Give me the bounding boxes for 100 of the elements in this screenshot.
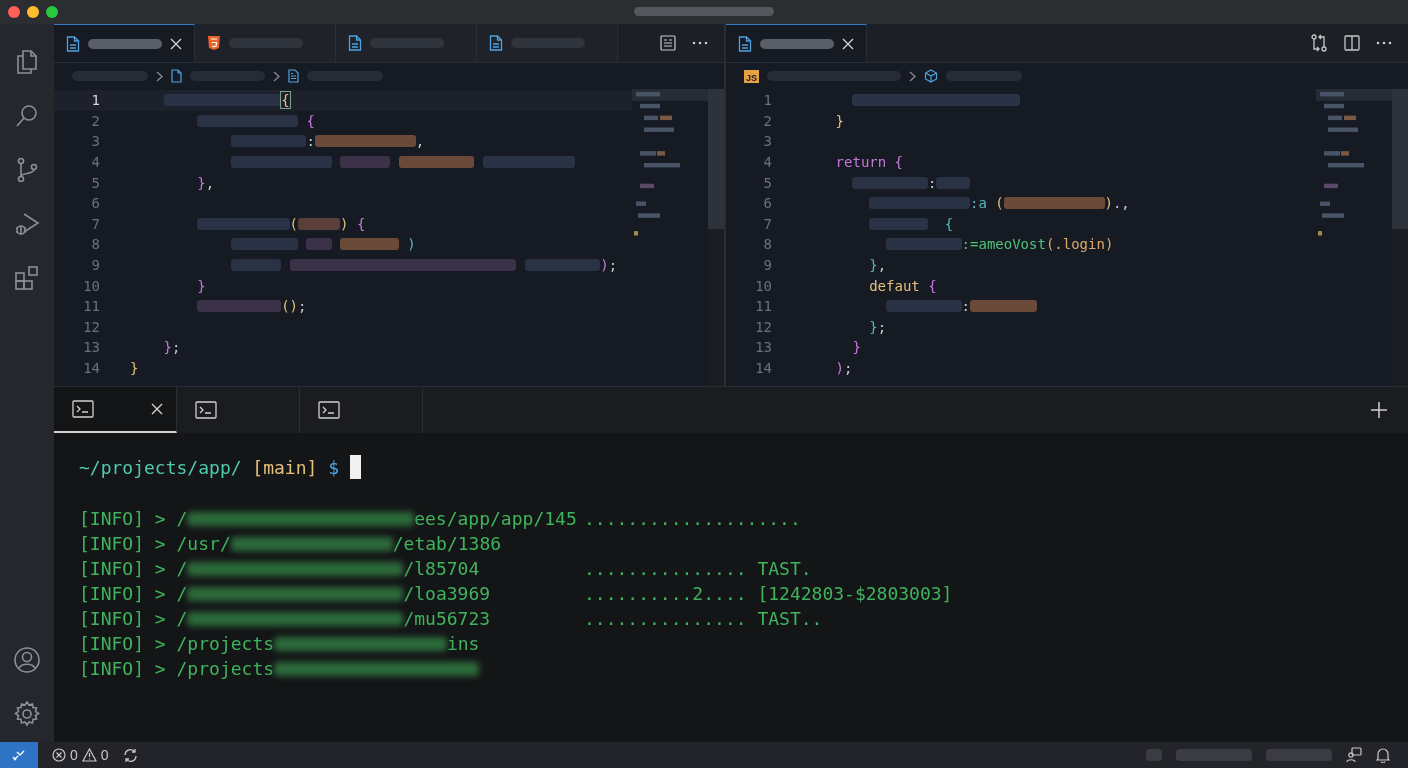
zoom-window-button[interactable] (46, 6, 58, 18)
chevron-icon (909, 70, 917, 82)
code-token: } (869, 318, 878, 335)
log-text: [INFO] > / (79, 558, 188, 579)
log-text: [INFO] > / (79, 583, 188, 604)
code-token: ) (1104, 195, 1113, 212)
error-count[interactable]: 0 (70, 747, 78, 763)
code-token: , (877, 257, 887, 274)
js-badge: JS (744, 69, 759, 83)
line-number: 8 (762, 236, 772, 253)
line-number: 4 (90, 154, 100, 171)
line-number: 8 (90, 236, 100, 253)
code-token: :a (970, 195, 987, 212)
line-number: 11 (82, 298, 100, 315)
code-token: ; (172, 339, 181, 356)
text-cursor (349, 455, 361, 479)
html-icon (207, 35, 221, 51)
close-icon[interactable] (170, 37, 182, 50)
code-token: ) (406, 236, 416, 253)
file-icon (66, 35, 80, 52)
log-text: ins (446, 633, 480, 654)
log-text: /l85704 (403, 558, 480, 579)
line-number: 4 (762, 154, 772, 171)
error-icon[interactable] (52, 748, 66, 762)
code-token: ; (608, 257, 618, 274)
close-window-button[interactable] (8, 6, 20, 18)
log-result: ............... TAST.. (584, 608, 823, 629)
warning-icon[interactable] (81, 748, 97, 762)
code-token: : (306, 133, 315, 150)
code-token: } (197, 277, 206, 294)
warning-count[interactable]: 0 (100, 747, 109, 763)
code-token: ., (1112, 195, 1130, 212)
file-icon (348, 35, 362, 51)
code-token: ; (298, 298, 307, 315)
log-text: [INFO] > / (79, 508, 188, 529)
more-icon[interactable] (692, 41, 708, 45)
code-token: : (928, 174, 937, 191)
log-text: /mu56723 (403, 608, 491, 629)
line-number: 10 (754, 277, 772, 294)
bell-icon[interactable] (1376, 747, 1390, 763)
line-number: 2 (762, 112, 772, 129)
code-token: } (163, 339, 173, 356)
close-icon[interactable] (151, 403, 163, 415)
prompt-branch: [main] (252, 456, 318, 478)
editor-tab[interactable] (54, 24, 195, 62)
scrollbar-thumb[interactable] (1392, 89, 1408, 229)
remote-icon (12, 748, 26, 762)
line-number: 11 (754, 298, 772, 315)
code-token: { (355, 215, 366, 232)
prompt-path: ~/projects/app/ (79, 456, 242, 478)
log-result: .................... (584, 508, 801, 529)
code-token: return { (835, 154, 904, 171)
preview-icon[interactable] (660, 35, 676, 51)
chevron-icon (155, 70, 163, 82)
code-token: ) (340, 215, 349, 232)
line-number: 9 (762, 257, 772, 274)
log-text: [INFO] > /usr/ (79, 533, 231, 554)
feedback-icon[interactable] (1346, 747, 1362, 763)
line-number: 9 (90, 257, 100, 274)
terminal-tab[interactable] (54, 387, 177, 433)
terminal-icon (195, 401, 217, 419)
log-text: [INFO] > /projects (79, 633, 275, 654)
run-debug-icon[interactable] (13, 210, 41, 238)
split-editor-icon[interactable] (1344, 35, 1360, 51)
file-icon (738, 35, 752, 52)
sync-icon[interactable] (122, 747, 138, 763)
line-number: 14 (754, 360, 772, 376)
line-number: 6 (762, 195, 772, 212)
settings-icon[interactable] (13, 700, 41, 728)
log-result: ............... TAST. (584, 558, 812, 579)
add-icon[interactable] (1370, 401, 1388, 419)
line-number: 14 (82, 360, 100, 376)
more-icon[interactable] (1376, 41, 1392, 45)
code-token: ) (835, 360, 845, 376)
line-number: 12 (754, 318, 772, 335)
line-number: 1 (762, 92, 772, 109)
minimize-window-button[interactable] (27, 6, 39, 18)
code-token: , (415, 133, 425, 150)
log-text: ees/app/app/145 (414, 508, 577, 529)
file-icon (170, 69, 182, 83)
code-token: ; (877, 318, 887, 335)
code-token: (.login) (1045, 236, 1114, 253)
account-icon[interactable] (13, 646, 41, 674)
extensions-icon[interactable] (13, 264, 41, 292)
code-token: defaut (869, 277, 920, 294)
line-number: 1 (90, 92, 100, 109)
code-token: } (869, 257, 878, 274)
file-icon (489, 35, 503, 51)
code-token: :=ameoVost (961, 236, 1046, 253)
scrollbar-thumb[interactable] (708, 89, 724, 229)
code-token: ( (994, 195, 1004, 212)
close-icon[interactable] (842, 37, 854, 50)
line-number: 7 (90, 215, 100, 232)
editor-tab[interactable] (726, 24, 867, 62)
compare-icon[interactable] (1310, 34, 1328, 52)
code-token: } (197, 174, 206, 191)
prompt-symbol: $ (328, 456, 340, 478)
line-number: 6 (90, 195, 100, 212)
log-text: [INFO] > / (79, 608, 188, 629)
line-number: 10 (82, 277, 100, 294)
